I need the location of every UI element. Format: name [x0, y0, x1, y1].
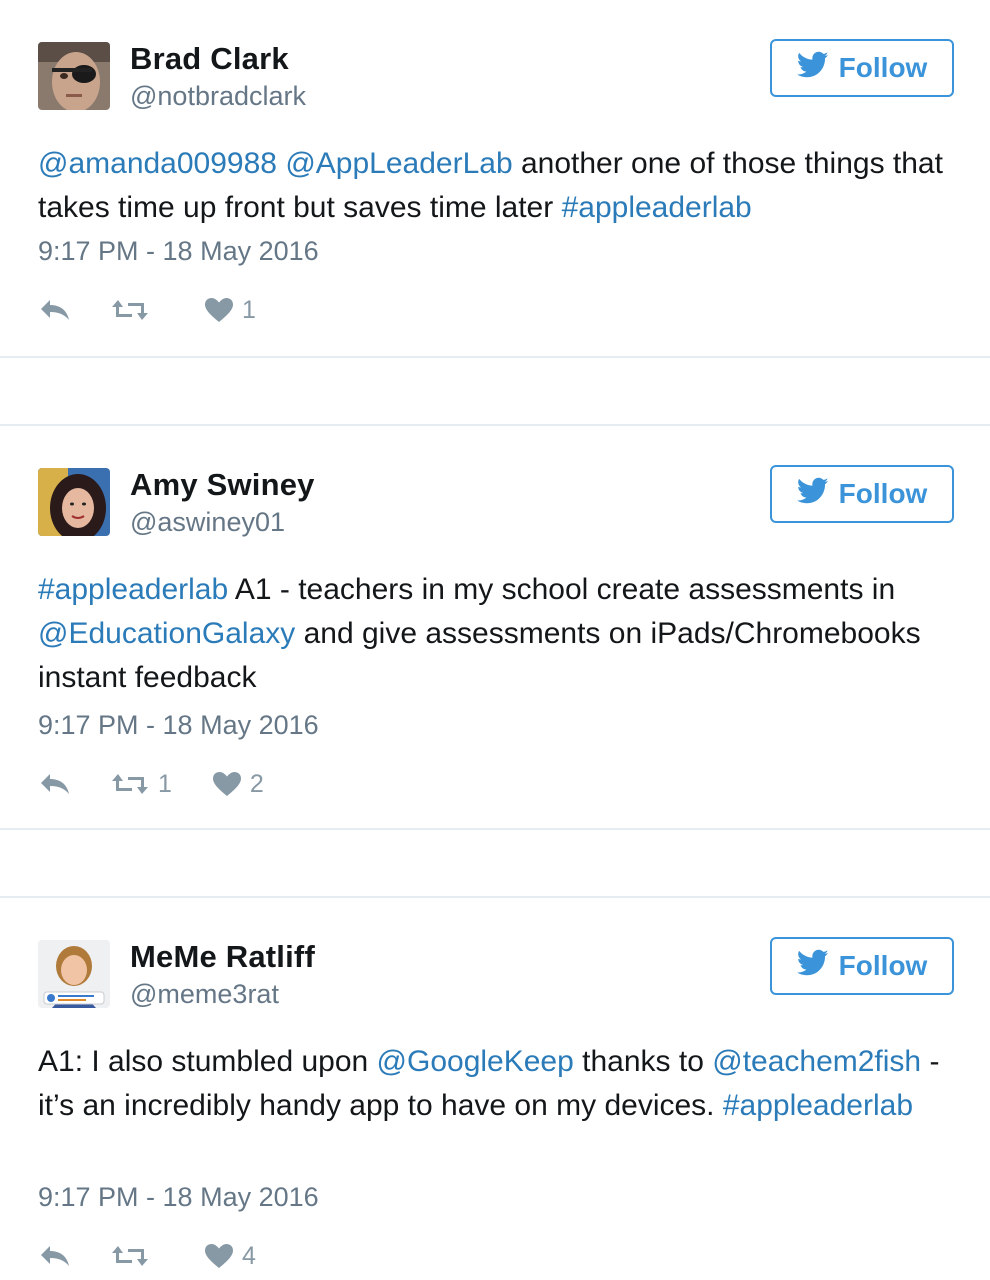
- tweet-text: @amanda009988 @AppLeaderLab another one …: [38, 142, 958, 230]
- reply-button[interactable]: [38, 771, 72, 797]
- mention-link[interactable]: @AppLeaderLab: [285, 147, 512, 180]
- hashtag-link[interactable]: #appleaderlab: [38, 573, 228, 606]
- reply-icon: [38, 1243, 72, 1269]
- follow-label: Follow: [838, 52, 928, 83]
- tweet-actions: 1 2: [38, 768, 264, 800]
- user-handle[interactable]: @aswiney01: [130, 507, 285, 538]
- avatar[interactable]: [38, 940, 110, 1008]
- twitter-bird-icon: [796, 949, 829, 984]
- retweet-icon: [110, 771, 150, 797]
- tweet-text-segment: A1 - teachers in my school create assess…: [228, 573, 896, 606]
- avatar[interactable]: [38, 468, 110, 536]
- like-count: 1: [242, 295, 256, 324]
- twitter-bird-icon: [796, 477, 829, 512]
- heart-icon: [212, 771, 242, 797]
- twitter-bird-icon: [796, 51, 829, 86]
- retweet-button[interactable]: [110, 1243, 158, 1269]
- mention-link[interactable]: @GoogleKeep: [377, 1045, 574, 1078]
- tweet-card: Amy Swiney @aswiney01 Follow #appleaderl…: [0, 424, 990, 830]
- follow-button[interactable]: Follow: [770, 937, 954, 995]
- follow-label: Follow: [838, 950, 928, 981]
- user-handle[interactable]: @meme3rat: [130, 979, 279, 1010]
- mention-link[interactable]: @EducationGalaxy: [38, 617, 295, 650]
- user-name[interactable]: MeMe Ratliff: [130, 939, 315, 975]
- follow-label: Follow: [838, 478, 928, 509]
- reply-button[interactable]: [38, 1243, 72, 1269]
- like-count: 4: [242, 1241, 256, 1270]
- user-handle[interactable]: @notbradclark: [130, 81, 306, 112]
- tweet-timestamp[interactable]: 9:17 PM - 18 May 2016: [38, 1182, 319, 1213]
- user-name[interactable]: Amy Swiney: [130, 467, 315, 503]
- tweet-text: #appleaderlab A1 - teachers in my school…: [38, 568, 958, 700]
- tweet-text-segment: A1: I also stumbled upon: [38, 1045, 377, 1078]
- avatar[interactable]: [38, 42, 110, 110]
- reply-icon: [38, 297, 72, 323]
- hashtag-link[interactable]: #appleaderlab: [562, 191, 752, 224]
- follow-button[interactable]: Follow: [770, 39, 954, 97]
- follow-button[interactable]: Follow: [770, 465, 954, 523]
- tweet-card: Brad Clark @notbradclark Follow @amanda0…: [0, 0, 990, 358]
- hashtag-link[interactable]: #appleaderlab: [723, 1089, 913, 1122]
- reply-button[interactable]: [38, 297, 72, 323]
- tweet-actions: 4: [38, 1240, 256, 1272]
- tweet-timestamp[interactable]: 9:17 PM - 18 May 2016: [38, 236, 319, 267]
- tweet-timestamp[interactable]: 9:17 PM - 18 May 2016: [38, 710, 319, 741]
- tweet-text-segment: thanks to: [573, 1045, 713, 1078]
- heart-icon: [204, 1243, 234, 1269]
- tweet-text: A1: I also stumbled upon @GoogleKeep tha…: [38, 1040, 958, 1128]
- reply-icon: [38, 771, 72, 797]
- retweet-icon: [110, 297, 150, 323]
- like-count: 2: [249, 769, 264, 798]
- user-name[interactable]: Brad Clark: [130, 41, 289, 77]
- like-button[interactable]: 1: [204, 296, 256, 325]
- like-button[interactable]: 4: [204, 1242, 256, 1271]
- heart-icon: [204, 297, 234, 323]
- retweet-count: 1: [158, 769, 172, 798]
- retweet-button[interactable]: 1: [110, 770, 172, 799]
- retweet-button[interactable]: [110, 297, 158, 323]
- mention-link[interactable]: @amanda009988: [38, 147, 277, 180]
- mention-link[interactable]: @teachem2fish: [712, 1045, 921, 1078]
- tweet-actions: 1: [38, 294, 256, 326]
- like-button[interactable]: 2: [212, 770, 264, 799]
- retweet-icon: [110, 1243, 150, 1269]
- tweet-card: MeMe Ratliff @meme3rat Follow A1: I also…: [0, 896, 990, 1280]
